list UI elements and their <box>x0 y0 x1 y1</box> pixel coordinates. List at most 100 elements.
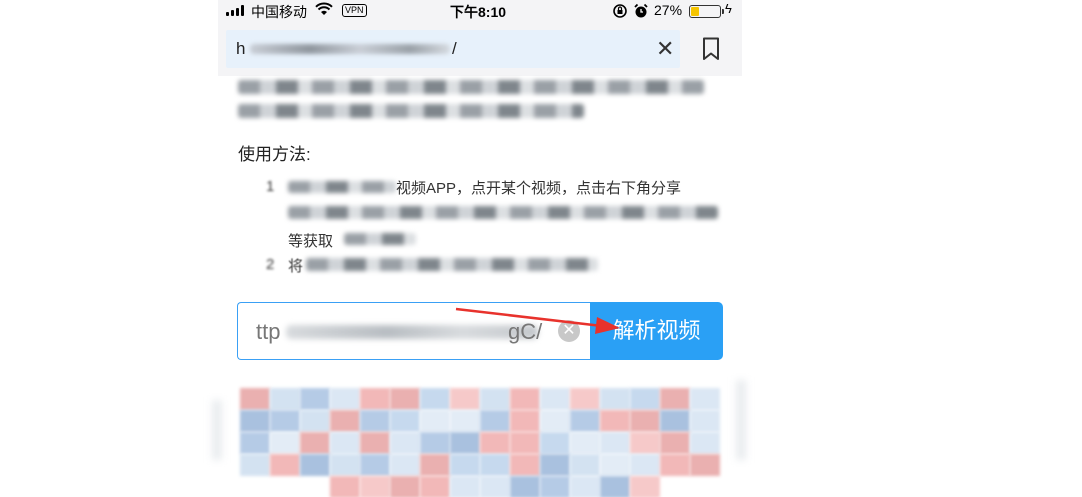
charging-icon: ϟ <box>725 1 732 16</box>
ad-mosaic-cell <box>450 454 480 476</box>
step-2-line-1: 将 <box>288 258 304 275</box>
status-bar: 中国移动 VPN 下午8:10 27% ϟ <box>218 0 742 22</box>
signal-strength-icon <box>226 5 244 16</box>
ad-mosaic-cell <box>240 432 270 454</box>
ad-mosaic-cell <box>480 410 510 432</box>
wifi-icon <box>315 2 333 15</box>
ad-mosaic-cell <box>630 410 660 432</box>
step-2-number: 2 <box>266 256 275 273</box>
ad-mosaic-cell <box>270 432 300 454</box>
ad-mosaic-cell <box>540 388 570 410</box>
ad-mosaic-cell <box>420 388 450 410</box>
ad-mosaic-cell <box>540 454 570 476</box>
clear-url-button[interactable]: ✕ <box>656 30 674 68</box>
battery-icon <box>689 5 724 18</box>
ad-mosaic-cell <box>690 432 720 454</box>
ad-mosaic-cell <box>600 476 630 497</box>
ad-mosaic-cell <box>510 476 540 497</box>
ad-mosaic-cell <box>390 476 420 497</box>
rotation-lock-icon <box>613 4 627 18</box>
ad-mosaic-cell <box>270 454 300 476</box>
ad-mosaic-cell <box>240 410 270 432</box>
ad-mosaic-cell <box>600 432 630 454</box>
ad-mosaic-cell <box>480 476 510 497</box>
battery-level <box>691 7 699 16</box>
left-edge-blur <box>212 400 222 460</box>
step-1-number: 1 <box>266 178 275 195</box>
alarm-icon <box>634 3 648 18</box>
ad-mosaic-cell <box>390 388 420 410</box>
ad-mosaic-cell <box>270 388 300 410</box>
intro-line-2 <box>238 104 584 118</box>
ad-mosaic-cell <box>570 388 600 410</box>
ad-mosaic-cell <box>480 388 510 410</box>
ad-mosaic-cell <box>450 410 480 432</box>
ad-mosaic-cell <box>330 388 360 410</box>
ad-mosaic-cell <box>390 454 420 476</box>
ad-mosaic-cell <box>540 410 570 432</box>
ad-mosaic-cell <box>270 410 300 432</box>
ad-mosaic-cell <box>330 476 360 497</box>
ad-mosaic-cell <box>630 454 660 476</box>
url-text-start: h <box>236 39 246 58</box>
clock: 下午8:10 <box>450 4 507 20</box>
ad-mosaic-cell <box>570 410 600 432</box>
ad-mosaic-cell <box>450 476 480 497</box>
ad-mosaic-cell <box>360 388 390 410</box>
ad-mosaic-cell <box>510 410 540 432</box>
ad-mosaic-cell <box>300 454 330 476</box>
ad-mosaic-cell <box>570 432 600 454</box>
ad-mosaic-cell <box>360 454 390 476</box>
ad-mosaic-cell <box>360 432 390 454</box>
ad-mosaic-cell <box>300 388 330 410</box>
url-field[interactable]: h / ✕ <box>226 30 680 68</box>
ad-mosaic-cell <box>450 432 480 454</box>
ad-mosaic-cell <box>420 454 450 476</box>
blurred-ad-banner[interactable] <box>240 388 720 497</box>
ad-mosaic-cell <box>480 454 510 476</box>
step-1-line-1: 视频APP，点开某个视频，点击右下角分享 <box>396 180 682 197</box>
ad-mosaic-cell <box>600 410 630 432</box>
ad-mosaic-cell <box>570 476 600 497</box>
ad-mosaic-cell <box>540 432 570 454</box>
url-text-end: / <box>452 39 457 58</box>
step-2-blurred <box>306 258 598 271</box>
video-url-value-start: ttp <box>256 319 281 344</box>
annotation-arrow-icon <box>455 307 620 334</box>
ad-mosaic-cell <box>330 410 360 432</box>
intro-line-1 <box>238 80 704 94</box>
step-1-line-3-blurred <box>344 233 416 245</box>
ad-mosaic-cell <box>450 388 480 410</box>
ad-mosaic-cell <box>390 432 420 454</box>
ad-mosaic-cell <box>480 432 510 454</box>
ad-mosaic-cell <box>570 454 600 476</box>
ad-mosaic-cell <box>630 476 660 497</box>
ad-mosaic-cell <box>420 432 450 454</box>
bookmark-icon[interactable] <box>702 37 720 61</box>
browser-address-row: h / ✕ <box>218 22 742 76</box>
ad-mosaic-cell <box>510 432 540 454</box>
ad-mosaic-cell <box>660 454 690 476</box>
ad-mosaic-cell <box>330 454 360 476</box>
ad-mosaic-cell <box>600 388 630 410</box>
ad-mosaic-cell <box>660 388 690 410</box>
ad-mosaic-cell <box>330 432 360 454</box>
ad-mosaic-cell <box>420 476 450 497</box>
step-1-blurred-start <box>288 181 396 193</box>
ad-mosaic-cell <box>630 432 660 454</box>
ad-mosaic-cell <box>690 454 720 476</box>
ad-mosaic-cell <box>510 388 540 410</box>
ad-mosaic-cell <box>540 476 570 497</box>
ad-mosaic-cell <box>300 432 330 454</box>
usage-title: 使用方法: <box>238 145 311 164</box>
ad-mosaic-cell <box>420 410 450 432</box>
ad-mosaic-cell <box>630 388 660 410</box>
ad-mosaic-cell <box>300 410 330 432</box>
ad-mosaic-cell <box>600 454 630 476</box>
battery-percent: 27% <box>654 2 683 18</box>
right-edge-blur <box>736 380 746 460</box>
ad-mosaic-cell <box>240 454 270 476</box>
url-blurred-text <box>250 44 450 54</box>
ad-mosaic-cell <box>690 410 720 432</box>
step-1-line-2-blurred <box>288 206 718 219</box>
